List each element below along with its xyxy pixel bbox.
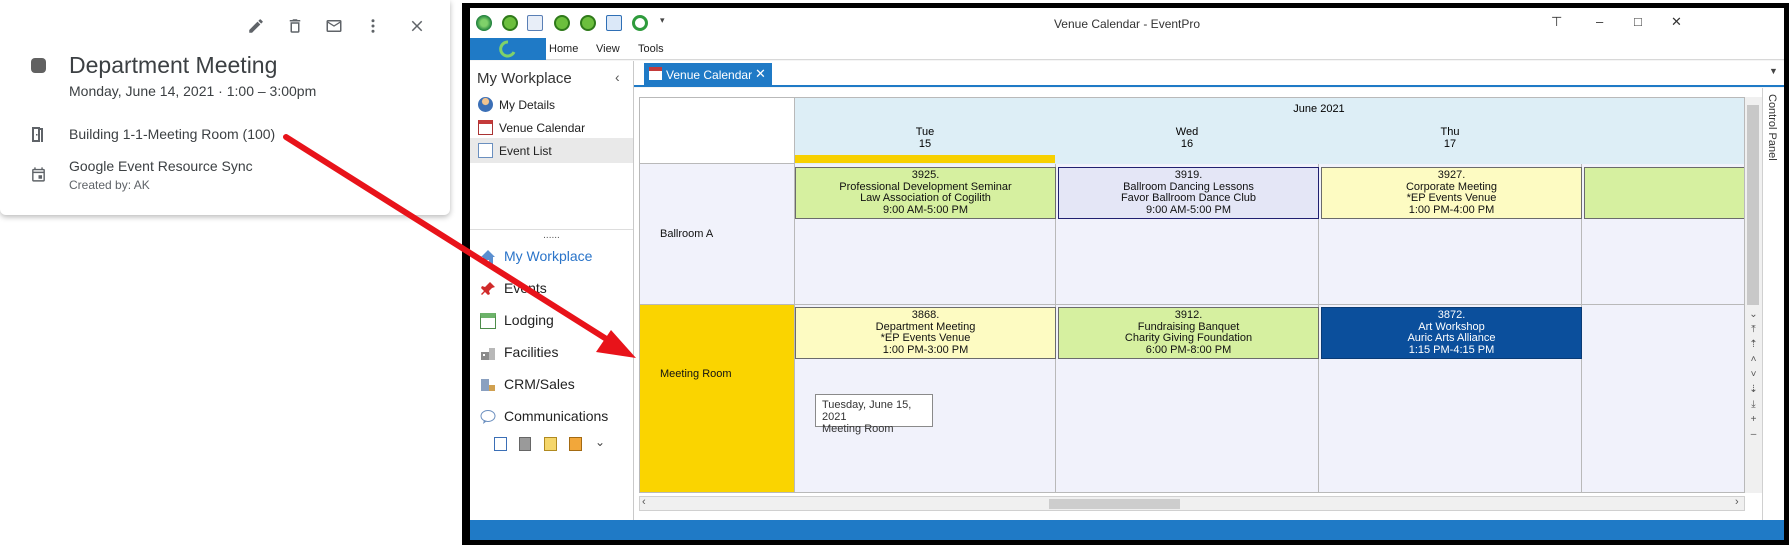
annotation-arrow	[283, 134, 636, 358]
